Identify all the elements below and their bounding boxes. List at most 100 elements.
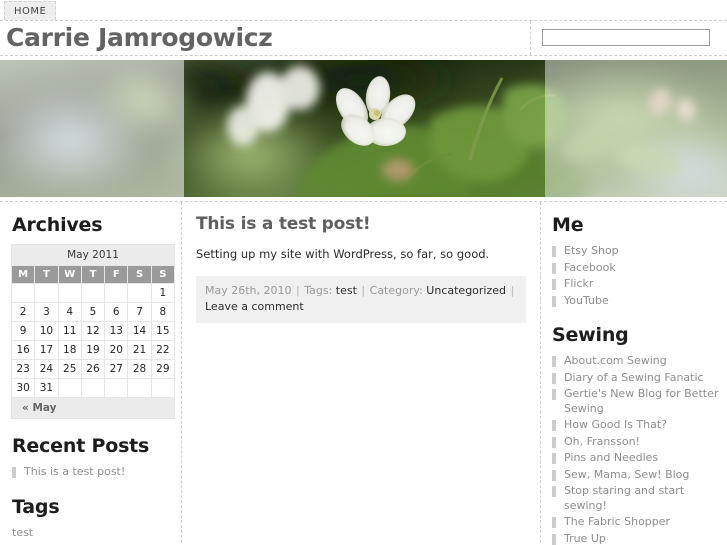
calendar-weekday: M <box>10 265 36 284</box>
calendar-body: 1 2 3 4 5 6 7 8 9 10 11 12 13 14 15 16 1… <box>10 283 176 398</box>
bullet-icon <box>552 533 556 545</box>
calendar-foot: « May <box>11 397 175 419</box>
calendar-weekday: W <box>57 265 82 284</box>
list-item: Gertie's New Blog for Better Sewing <box>552 387 719 416</box>
calendar-day <box>57 283 82 303</box>
calendar-week: 9 10 11 12 13 14 15 <box>10 321 176 341</box>
post-category-link[interactable]: Uncategorized <box>426 284 506 297</box>
calendar-caption: May 2011 <box>11 244 175 265</box>
post-category-label: Category: <box>369 284 423 297</box>
calendar-head: M T W T F S S <box>10 265 176 284</box>
bullet-icon <box>552 295 556 307</box>
tag-cloud: test <box>12 526 173 539</box>
sewing-link[interactable]: Oh, Fransson! <box>564 435 640 448</box>
bullet-icon <box>552 420 556 431</box>
calendar-day: 25 <box>57 359 82 379</box>
calendar-day: 21 <box>127 340 152 360</box>
me-link[interactable]: Facebook <box>564 261 616 274</box>
bullet-icon <box>552 469 556 481</box>
calendar-day: 28 <box>127 359 152 379</box>
sewing-link[interactable]: About.com Sewing <box>564 354 667 367</box>
sewing-links-list: About.com Sewing Diary of a Sewing Fanat… <box>552 354 719 545</box>
meta-separator: | <box>361 284 366 297</box>
sewing-link[interactable]: Stop staring and start sewing! <box>564 484 684 512</box>
widget-title-archives: Archives <box>12 214 103 236</box>
page-root: HOME Carrie Jamrogowicz Archives May 201… <box>0 0 727 545</box>
calendar-day: 18 <box>57 340 82 360</box>
sewing-link[interactable]: The Fabric Shopper <box>564 515 670 528</box>
list-item: This is a test post! <box>12 465 173 480</box>
list-item: Stop staring and start sewing! <box>552 484 719 513</box>
me-link[interactable]: Etsy Shop <box>564 244 619 257</box>
calendar-day <box>127 283 152 303</box>
banner-left-overlay <box>0 60 184 197</box>
site-title: Carrie Jamrogowicz <box>6 23 273 52</box>
bullet-icon <box>552 453 556 464</box>
nav-item: HOME <box>0 0 57 20</box>
nav-item-home[interactable]: HOME <box>4 1 57 20</box>
calendar-day <box>150 378 176 398</box>
tag-link[interactable]: test <box>12 526 33 539</box>
calendar-day <box>10 283 36 303</box>
calendar-weekday: T <box>34 265 59 284</box>
calendar-day: 26 <box>80 359 106 379</box>
sewing-link[interactable]: How Good Is That? <box>564 418 667 431</box>
bullet-icon <box>552 517 556 528</box>
list-item: Flickr <box>552 277 719 292</box>
bullet-icon <box>552 279 556 290</box>
widget-title-recent-posts: Recent Posts <box>12 435 150 457</box>
sewing-link[interactable]: True Up <box>564 532 606 545</box>
banner-right-overlay <box>545 60 727 197</box>
calendar-day: 7 <box>127 302 152 322</box>
me-link[interactable]: YouTube <box>564 294 609 307</box>
sewing-link[interactable]: Sew, Mama, Sew! Blog <box>564 468 689 481</box>
calendar-day: 29 <box>150 359 176 379</box>
sewing-link[interactable]: Diary of a Sewing Fanatic <box>564 371 704 384</box>
calendar-day: 27 <box>104 359 129 379</box>
list-item: About.com Sewing <box>552 354 719 369</box>
calendar-day <box>104 378 129 398</box>
list-item: Etsy Shop <box>552 244 719 259</box>
calendar-day: 19 <box>80 340 106 360</box>
bullet-icon <box>12 467 16 478</box>
top-navigation: HOME <box>0 0 727 21</box>
bullet-icon <box>552 356 556 367</box>
calendar-day <box>34 283 59 303</box>
me-link[interactable]: Flickr <box>564 277 593 290</box>
calendar-week: 16 17 18 19 20 21 22 <box>10 340 176 360</box>
calendar-day: 11 <box>57 321 82 341</box>
recent-post-link[interactable]: This is a test post! <box>24 465 125 478</box>
list-item: How Good Is That? <box>552 418 719 433</box>
post-body: Setting up my site with WordPress, so fa… <box>196 247 490 261</box>
post-date: May 26th, 2010 <box>205 284 292 297</box>
list-item: The Fabric Shopper <box>552 515 719 530</box>
post-tag-link[interactable]: test <box>336 284 357 297</box>
calendar-weekday: T <box>80 265 106 284</box>
list-item: Pins and Needles <box>552 451 719 466</box>
calendar-day: 13 <box>104 321 129 341</box>
calendar-day: 5 <box>80 302 106 322</box>
sewing-link[interactable]: Gertie's New Blog for Better Sewing <box>564 387 718 415</box>
bullet-icon <box>552 246 556 257</box>
header-banner-image <box>0 60 727 197</box>
sidebar-right: Me Etsy Shop Facebook Flickr YouTube Sew… <box>540 202 727 545</box>
bullet-icon <box>552 389 556 400</box>
recent-posts-list: This is a test post! <box>12 465 173 480</box>
calendar-week: 1 <box>10 283 176 303</box>
calendar-day: 30 <box>10 378 36 398</box>
list-item: Sew, Mama, Sew! Blog <box>552 468 719 483</box>
calendar-day: 14 <box>127 321 152 341</box>
sewing-link[interactable]: Pins and Needles <box>564 451 658 464</box>
calendar-day: 20 <box>104 340 129 360</box>
calendar-weekday: F <box>104 265 129 284</box>
calendar-prev-month-link[interactable]: « May <box>11 397 175 419</box>
leave-comment-link[interactable]: Leave a comment <box>205 300 304 313</box>
calendar-week: 2 3 4 5 6 7 8 <box>10 302 176 322</box>
sidebar-left: Archives May 2011 M T W T F S S 1 2 3 4 … <box>0 202 182 543</box>
title-bar: Carrie Jamrogowicz <box>0 21 727 56</box>
main-content: This is a test post! Setting up my site … <box>182 202 540 543</box>
search-input[interactable] <box>542 29 710 46</box>
calendar-day: 2 <box>10 302 36 322</box>
calendar-day: 6 <box>104 302 129 322</box>
calendar-day <box>80 283 106 303</box>
